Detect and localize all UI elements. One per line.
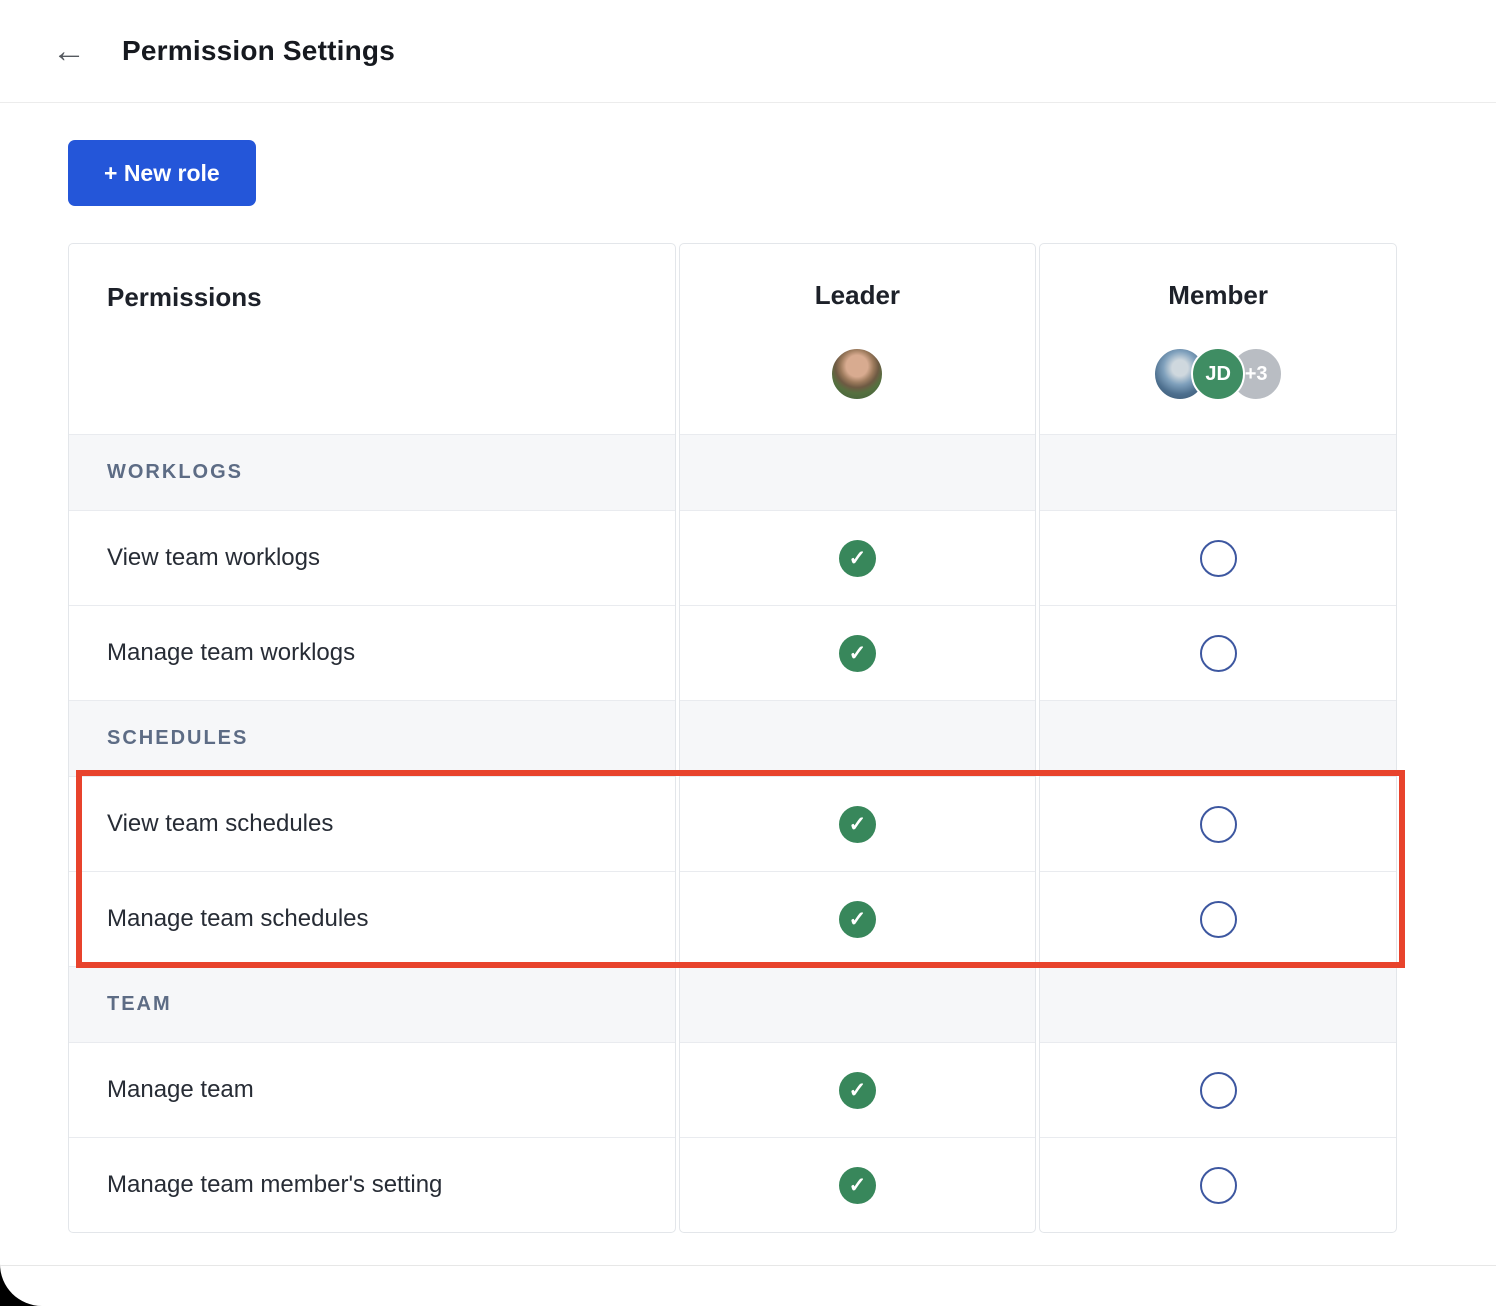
permission-empty-toggle[interactable] — [1200, 540, 1237, 577]
permission-row-label: Manage team member's setting — [69, 1137, 675, 1232]
permission-granted-toggle[interactable]: ✓ — [839, 806, 876, 843]
permission-row-label: View team schedules — [69, 776, 675, 871]
leader-role-label: Leader — [815, 280, 900, 311]
member-permission-cell — [1040, 605, 1396, 700]
member-role-label: Member — [1168, 280, 1268, 311]
leader-permission-cell: ✓ — [680, 510, 1036, 605]
member-column: Member JD +3 — [1039, 243, 1397, 1233]
permission-granted-toggle[interactable]: ✓ — [839, 540, 876, 577]
section-spacer-row — [1040, 434, 1396, 510]
permissions-table: Permissions WORKLOGS View team worklogs … — [68, 243, 1397, 1233]
section-header-schedules: SCHEDULES — [69, 700, 675, 776]
member-permission-cell — [1040, 510, 1396, 605]
member-avatar-stack[interactable]: JD +3 — [1153, 347, 1283, 401]
leader-avatar-stack[interactable] — [830, 347, 884, 401]
leader-permission-cell: ✓ — [680, 1042, 1036, 1137]
main-content: + New role Permissions WORKLOGS View tea… — [0, 103, 1496, 1233]
footer-divider — [0, 1265, 1496, 1266]
permission-row-label: View team worklogs — [69, 510, 675, 605]
section-spacer-row — [1040, 966, 1396, 1042]
permission-empty-toggle[interactable] — [1200, 1072, 1237, 1109]
permission-granted-toggle[interactable]: ✓ — [839, 1167, 876, 1204]
permission-row-label: Manage team schedules — [69, 871, 675, 966]
member-permission-cell — [1040, 871, 1396, 966]
back-arrow-icon: ← — [52, 32, 86, 70]
permission-empty-toggle[interactable] — [1200, 1167, 1237, 1204]
member-column-header: Member JD +3 — [1040, 244, 1396, 434]
permission-settings-page: ← Permission Settings + New role Permiss… — [0, 0, 1496, 1306]
section-spacer-row — [680, 700, 1036, 776]
permission-row-label: Manage team — [69, 1042, 675, 1137]
permission-row-label: Manage team worklogs — [69, 605, 675, 700]
section-header-team: TEAM — [69, 966, 675, 1042]
member-permission-cell — [1040, 1042, 1396, 1137]
leader-column: Leader ✓ ✓ ✓ ✓ — [679, 243, 1037, 1233]
permission-empty-toggle[interactable] — [1200, 901, 1237, 938]
permissions-column-header: Permissions — [69, 244, 675, 434]
leader-column-header: Leader — [680, 244, 1036, 434]
permission-granted-toggle[interactable]: ✓ — [839, 635, 876, 672]
permissions-column: Permissions WORKLOGS View team worklogs … — [68, 243, 676, 1233]
leader-permission-cell: ✓ — [680, 871, 1036, 966]
permission-empty-toggle[interactable] — [1200, 635, 1237, 672]
leader-avatar — [830, 347, 884, 401]
page-header: ← Permission Settings — [0, 0, 1496, 103]
member-permission-cell — [1040, 776, 1396, 871]
page-title: Permission Settings — [122, 35, 395, 67]
permission-granted-toggle[interactable]: ✓ — [839, 901, 876, 938]
new-role-button[interactable]: + New role — [68, 140, 256, 206]
permissions-header-label: Permissions — [107, 282, 262, 312]
member-permission-cell — [1040, 1137, 1396, 1232]
leader-permission-cell: ✓ — [680, 605, 1036, 700]
section-spacer-row — [680, 966, 1036, 1042]
leader-permission-cell: ✓ — [680, 1137, 1036, 1232]
section-header-worklogs: WORKLOGS — [69, 434, 675, 510]
leader-permission-cell: ✓ — [680, 776, 1036, 871]
section-spacer-row — [1040, 700, 1396, 776]
section-spacer-row — [680, 434, 1036, 510]
permission-empty-toggle[interactable] — [1200, 806, 1237, 843]
permission-granted-toggle[interactable]: ✓ — [839, 1072, 876, 1109]
back-button[interactable]: ← — [52, 34, 86, 68]
member-avatar-initials: JD — [1191, 347, 1245, 401]
